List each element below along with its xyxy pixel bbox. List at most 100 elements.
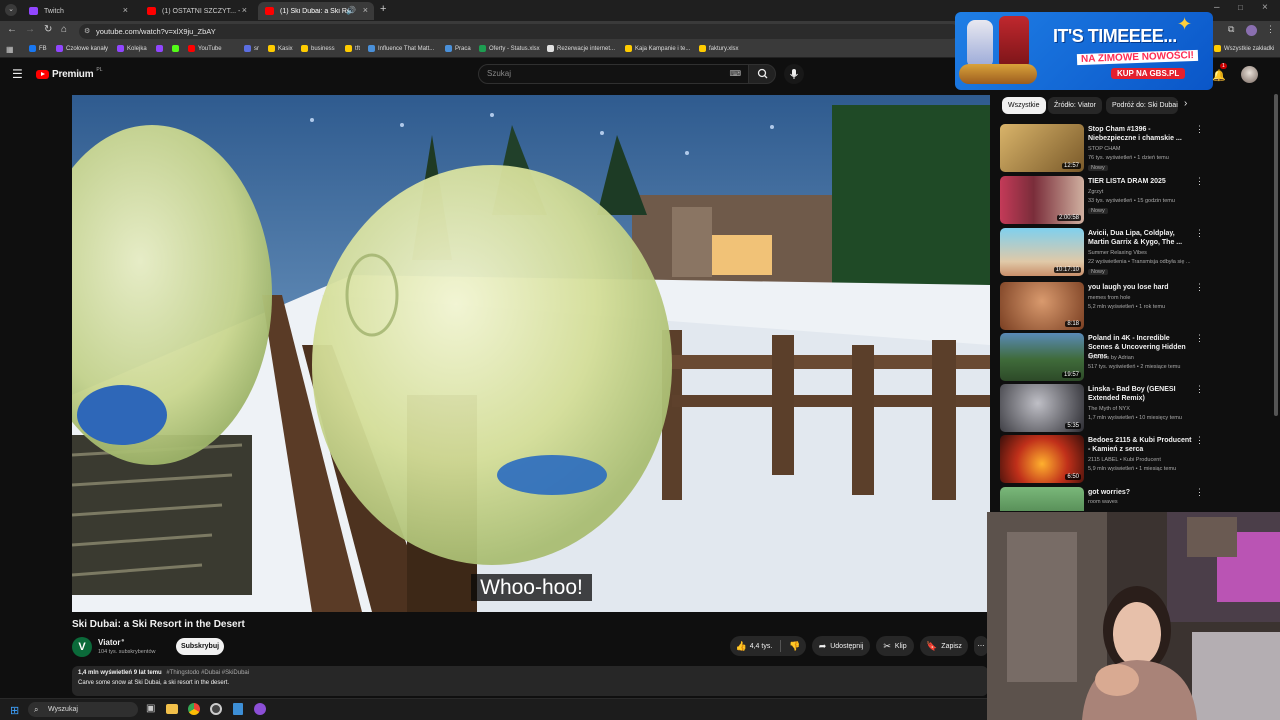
taskbar-search-label: Wyszukaj (48, 706, 78, 713)
obs-icon[interactable] (210, 703, 222, 715)
share-button[interactable]: ➦ Udostępnij (812, 636, 870, 656)
duration-badge: 10:17:10 (1053, 267, 1081, 273)
ad-headline: IT'S TIMEEEE... (1053, 26, 1177, 46)
list-item[interactable]: 5:35 Linska - Bad Boy (GENESI Extended R… (1000, 384, 1204, 432)
keyboard-icon[interactable]: ⌨ (729, 65, 741, 83)
bookmark-sr[interactable]: sr (244, 45, 259, 52)
close-tab-icon[interactable]: × (123, 5, 128, 15)
file-explorer-icon[interactable] (166, 704, 178, 714)
bookmark-praca[interactable]: Praca (445, 45, 471, 52)
bookmark-twitch[interactable] (156, 45, 163, 52)
site-info-icon[interactable]: ⚙ (84, 24, 90, 39)
maximize-icon[interactable]: □ (1238, 3, 1243, 12)
apps-icon[interactable]: ▦ (6, 45, 14, 54)
list-item[interactable]: got worries? room waves ⋮ (1000, 487, 1200, 511)
back-icon[interactable]: ← (7, 24, 17, 35)
list-item[interactable]: 12:57 Stop Cham #1396 - Niebezpieczne i … (1000, 124, 1204, 172)
list-item[interactable]: 8:18 you laugh you lose hard memes from … (1000, 282, 1204, 330)
scissors-icon: ✂ (883, 640, 891, 651)
more-options-icon[interactable]: ⋮ (1195, 384, 1204, 395)
tab-menu-icon[interactable]: ⌄ (5, 4, 17, 16)
list-item[interactable]: 2:00:58 TIER LISTA DRAM 2025 Zgrzyt 33 t… (1000, 176, 1204, 224)
more-actions-button[interactable]: ⋯ (974, 636, 988, 656)
bookmark-rezerwacje[interactable]: Rezerwacje internet... (547, 45, 615, 52)
windows-start-icon[interactable]: ⊞ (10, 704, 19, 717)
home-icon[interactable]: ⌂ (61, 24, 67, 35)
search-button[interactable] (748, 64, 776, 84)
bookmark-kolejka[interactable]: Kolejka (117, 45, 147, 52)
channel-name[interactable]: Viator (98, 638, 121, 647)
rec-title: Linska - Bad Boy (GENESI Extended Remix) (1088, 386, 1176, 402)
more-options-icon[interactable]: ⋮ (1195, 228, 1204, 239)
voice-search-button[interactable] (784, 64, 804, 84)
like-button[interactable]: 👍 4,4 tys. (735, 641, 772, 652)
more-options-icon[interactable]: ⋮ (1195, 487, 1200, 498)
browser-menu-icon[interactable]: ⋮ (1266, 24, 1275, 35)
bookmark-youtube[interactable]: YouTube (188, 45, 222, 52)
list-item[interactable]: 10:17:10 Avicii, Dua Lipa, Coldplay, Mar… (1000, 228, 1204, 276)
all-bookmarks[interactable]: Wszystkie zakładki (1214, 45, 1274, 52)
youtube-logo[interactable]: Premium PL (36, 67, 103, 80)
more-options-icon[interactable]: ⋮ (1195, 333, 1204, 344)
chevron-right-icon[interactable]: › (1184, 98, 1187, 109)
chip-source[interactable]: Źródło: Viator (1048, 97, 1102, 114)
save-button[interactable]: 🔖 Zapisz (920, 636, 968, 656)
forward-icon[interactable]: → (25, 24, 35, 35)
channel-avatar[interactable]: V (72, 637, 92, 657)
minimize-icon[interactable]: – (1214, 2, 1220, 13)
video-player[interactable] (72, 95, 990, 612)
list-item[interactable]: 19:57 Poland in 4K - Incredible Scenes &… (1000, 333, 1204, 381)
chip-travel[interactable]: Podróż do: Ski Dubai (1106, 97, 1178, 114)
more-options-icon[interactable]: ⋮ (1195, 124, 1204, 135)
duration-badge: 6:50 (1065, 474, 1081, 480)
chip-all[interactable]: Wszystkie (1002, 97, 1046, 114)
hashtags[interactable]: #Thingstodo #Dubai #SkiDubai (166, 670, 249, 676)
url-field[interactable]: ⚙ youtube.com/watch?v=xlX9ju_ZbAY (79, 24, 959, 39)
close-window-icon[interactable]: × (1262, 2, 1268, 13)
app-icon[interactable] (254, 703, 266, 715)
rec-meta: 1,7 mln wyświetleń • 10 miesięcy temu (1088, 415, 1182, 421)
avatar[interactable] (1241, 66, 1258, 83)
bookmark-influence[interactable]: Influence That Matt... (368, 45, 434, 52)
tab-youtube-active[interactable]: (1) Ski Dubai: a Ski Resort in ... 🔊 × (258, 2, 374, 20)
bookmark-kaja[interactable]: Kaja Kampanie i te... (625, 45, 690, 52)
bookmark-czolowe[interactable]: Czołowe kanały (56, 45, 108, 52)
search-input[interactable]: Szukaj ⌨ (478, 64, 750, 84)
bookmark-kick[interactable] (172, 45, 179, 52)
new-tab-button[interactable]: + (380, 3, 386, 15)
bookmark-tft[interactable]: tft (345, 45, 360, 52)
tab-youtube-1[interactable]: (1) OSTATNI SZCZYT... - YouTube × (140, 2, 253, 20)
bookmark-label: Oferty - Status.xlsx (489, 45, 540, 52)
clip-button[interactable]: ✂ Klip (876, 636, 914, 656)
chrome-icon[interactable] (188, 703, 200, 715)
bookmark-kasix[interactable]: Kasix (268, 45, 293, 52)
reload-icon[interactable]: ↻ (44, 24, 52, 35)
close-tab-icon[interactable]: × (242, 5, 247, 15)
more-options-icon[interactable]: ⋮ (1195, 435, 1204, 446)
rec-channel: 2115 LABEL • Kubi Producent (1088, 457, 1161, 463)
notifications-button[interactable]: 🔔 1 (1212, 63, 1228, 82)
task-view-icon[interactable]: ▣ (146, 703, 155, 714)
bookmark-faktury[interactable]: faktury.xlsx (699, 45, 739, 52)
hamburger-menu-icon[interactable]: ☰ (12, 67, 23, 81)
dislike-button[interactable]: 👎 (789, 641, 800, 652)
more-options-icon[interactable]: ⋮ (1195, 282, 1204, 293)
profile-icon[interactable] (1246, 25, 1257, 36)
ad-banner[interactable]: IT'S TIMEEEE... NA ZIMOWE NOWOŚCI! KUP N… (955, 12, 1213, 90)
page-scrollbar[interactable] (1274, 94, 1278, 416)
speaker-icon[interactable]: 🔊 (346, 6, 356, 15)
description-box[interactable]: 1,4 mln wyświetleń 9 lat temu #Thingstod… (72, 666, 988, 696)
close-tab-icon[interactable]: × (363, 5, 368, 15)
bookmark-fb[interactable]: FB (29, 45, 47, 52)
spreadsheet-icon[interactable] (233, 703, 243, 715)
bookmark-label: Czołowe kanały (66, 45, 109, 52)
taskbar-search[interactable]: ⌕ Wyszukaj (28, 702, 138, 717)
tab-twitch[interactable]: Twitch × (22, 2, 134, 20)
extensions-icon[interactable]: ⧉ (1228, 24, 1234, 35)
list-item[interactable]: 6:50 Bedoes 2115 & Kubi Producent - Kami… (1000, 435, 1204, 483)
more-options-icon[interactable]: ⋮ (1195, 176, 1204, 187)
ad-cta[interactable]: KUP NA GBS.PL (1111, 68, 1186, 79)
bookmark-business[interactable]: business (301, 45, 335, 52)
bookmark-oferty[interactable]: Oferty - Status.xlsx (479, 45, 540, 52)
subscribe-button[interactable]: Subskrybuj (176, 638, 224, 655)
